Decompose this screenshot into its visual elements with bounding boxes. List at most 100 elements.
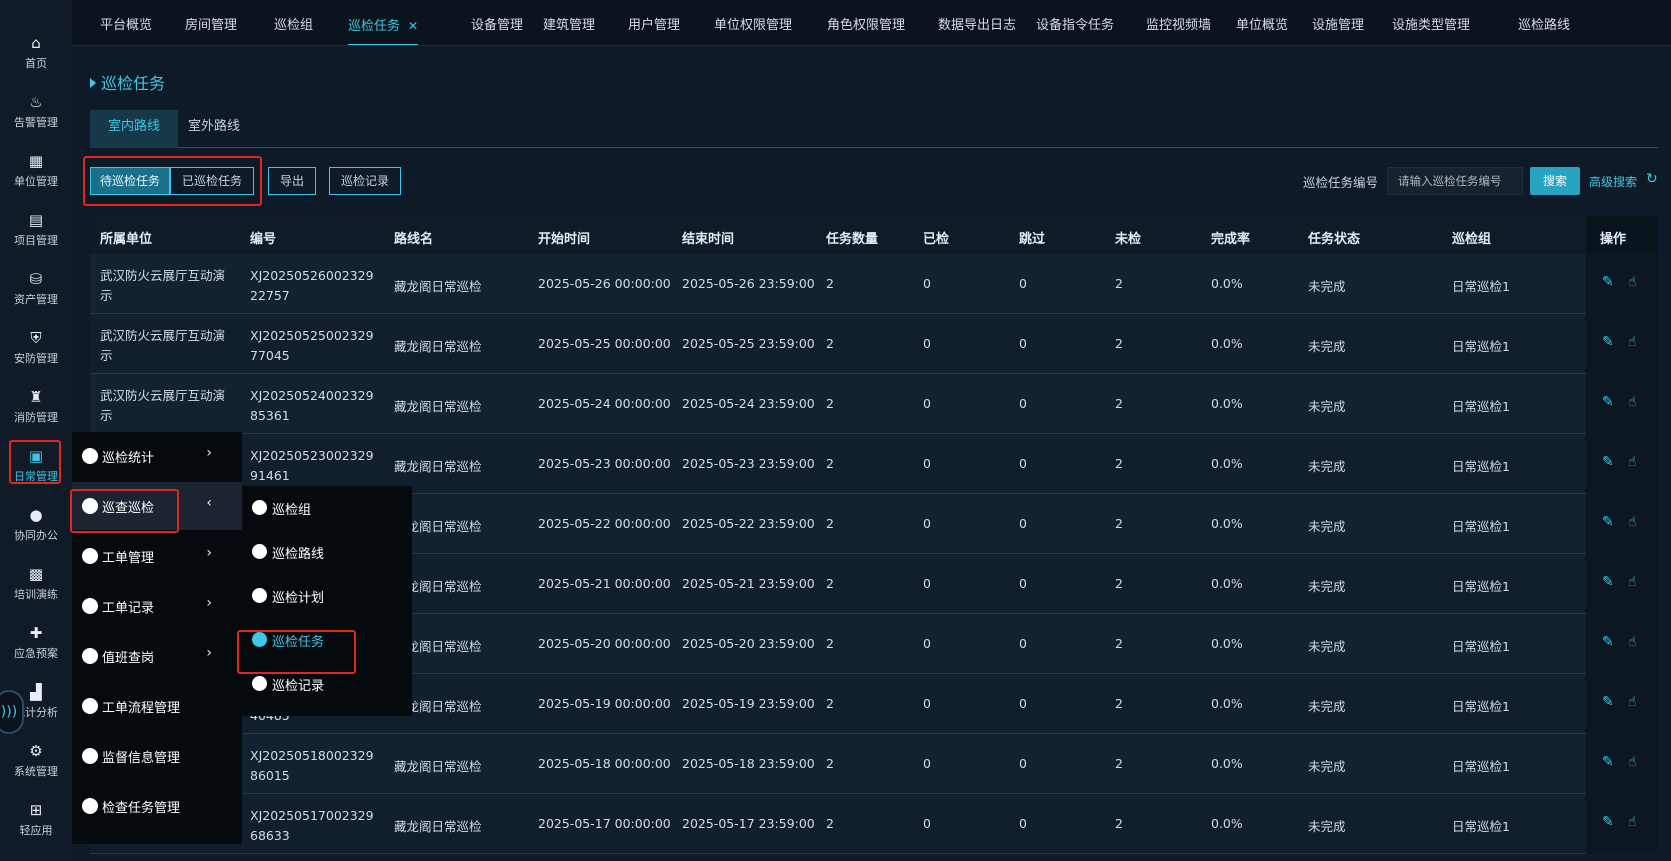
tab-15[interactable]: 巡检路线 bbox=[1518, 0, 1570, 45]
submenu-dot-icon bbox=[252, 544, 267, 559]
menu-item-3[interactable]: 工单记录 › bbox=[72, 582, 242, 630]
handle-task-icon[interactable]: ☝ bbox=[1628, 394, 1637, 410]
tab-14[interactable]: 设施类型管理 bbox=[1392, 0, 1470, 45]
submenu-item-0[interactable]: 巡检组 bbox=[242, 486, 412, 530]
advanced-search-link[interactable]: 高级搜索 bbox=[1589, 173, 1637, 190]
cooperation-icon: ● bbox=[29, 506, 43, 524]
edit-task-icon[interactable]: ✎ bbox=[1602, 634, 1614, 650]
refresh-icon[interactable]: ↻ bbox=[1646, 171, 1658, 187]
edit-task-icon[interactable]: ✎ bbox=[1602, 754, 1614, 770]
rail-item-7[interactable]: ▣ 日常管理 bbox=[0, 438, 72, 494]
handle-task-icon[interactable]: ☝ bbox=[1628, 634, 1637, 650]
table-cell: 日常巡检1 bbox=[1452, 399, 1510, 414]
rail-item-4[interactable]: ⛁ 资产管理 bbox=[0, 261, 72, 317]
menu-item-2[interactable]: 工单管理 › bbox=[72, 532, 242, 580]
edit-task-icon[interactable]: ✎ bbox=[1602, 574, 1614, 590]
handle-task-icon[interactable]: ☝ bbox=[1628, 754, 1637, 770]
menu-item-6[interactable]: 监督信息管理 bbox=[72, 732, 242, 780]
voice-assistant-icon[interactable]: ))) bbox=[0, 690, 24, 734]
tab-indoor-route[interactable]: 室内路线 bbox=[90, 110, 179, 148]
menu-item-0[interactable]: 巡检统计 › bbox=[72, 432, 242, 480]
menu-item-7[interactable]: 检查任务管理 bbox=[72, 782, 242, 830]
submenu-item-label: 巡检组 bbox=[272, 503, 312, 518]
rail-item-10[interactable]: ✚ 应急预案 bbox=[0, 615, 72, 671]
edit-task-icon[interactable]: ✎ bbox=[1602, 454, 1614, 470]
rail-item-8[interactable]: ● 协同办公 bbox=[0, 497, 72, 553]
menu-dot-icon bbox=[82, 548, 98, 564]
task-number-search-input[interactable] bbox=[1387, 167, 1523, 195]
handle-task-icon[interactable]: ☝ bbox=[1628, 694, 1637, 710]
rail-item-3[interactable]: ▤ 项目管理 bbox=[0, 202, 72, 258]
edit-task-icon[interactable]: ✎ bbox=[1602, 274, 1614, 290]
rail-item-0[interactable]: ⌂ 首页 bbox=[0, 25, 72, 81]
tab-2[interactable]: 巡检组 bbox=[274, 0, 313, 45]
rail-item-6[interactable]: ♜ 消防管理 bbox=[0, 379, 72, 435]
fire-icon: ♜ bbox=[29, 388, 43, 406]
records-button[interactable]: 巡检记录 bbox=[329, 167, 401, 195]
table-cell: 藏龙阁日常巡检 bbox=[394, 339, 482, 354]
table-cell: 0 bbox=[923, 336, 931, 351]
tab-9[interactable]: 数据导出日志 bbox=[938, 0, 1016, 45]
table-cell: 2025-05-21 00:00:00 bbox=[538, 576, 671, 591]
submenu-item-2[interactable]: 巡检计划 bbox=[242, 574, 412, 618]
edit-task-icon[interactable]: ✎ bbox=[1602, 814, 1614, 830]
table-cell: 未完成 bbox=[1308, 579, 1346, 594]
menu-item-label: 值班查岗 bbox=[102, 651, 155, 666]
edit-task-icon[interactable]: ✎ bbox=[1602, 694, 1614, 710]
close-tab-icon[interactable]: ✕ bbox=[408, 19, 418, 33]
pending-tasks-button[interactable]: 待巡检任务 bbox=[90, 167, 170, 195]
rail-item-label: 资产管理 bbox=[14, 293, 58, 306]
rail-item-1[interactable]: ♨ 告警管理 bbox=[0, 84, 72, 140]
tab-0[interactable]: 平台概览 bbox=[100, 0, 152, 45]
menu-item-1[interactable]: 巡查巡检 ‹ bbox=[72, 482, 242, 530]
table-cell: 2025-05-20 23:59:00 bbox=[682, 636, 815, 651]
tab-outdoor-route[interactable]: 室外路线 bbox=[170, 110, 258, 148]
rail-item-13[interactable]: ⊞ 轻应用 bbox=[0, 792, 72, 848]
menu-item-5[interactable]: 工单流程管理 bbox=[72, 682, 242, 730]
tab-8[interactable]: 角色权限管理 bbox=[827, 0, 905, 45]
page-title-text: 巡检任务 bbox=[101, 74, 166, 93]
done-tasks-button[interactable]: 已巡检任务 bbox=[170, 167, 254, 195]
tab-1[interactable]: 房间管理 bbox=[185, 0, 237, 45]
handle-task-icon[interactable]: ☝ bbox=[1628, 814, 1637, 830]
tab-13[interactable]: 设施管理 bbox=[1312, 0, 1364, 45]
table-cell: 0 bbox=[923, 516, 931, 531]
tab-7[interactable]: 单位权限管理 bbox=[714, 0, 792, 45]
menu-item-4[interactable]: 值班查岗 › bbox=[72, 632, 242, 680]
table-cell: 2025-05-22 00:00:00 bbox=[538, 516, 671, 531]
export-button[interactable]: 导出 bbox=[268, 167, 316, 195]
rail-item-12[interactable]: ⚙ 系统管理 bbox=[0, 733, 72, 789]
edit-task-icon[interactable]: ✎ bbox=[1602, 514, 1614, 530]
table-row: 武汉防火云展厅互动演示 XJ2025052400232985361 藏龙阁日常巡检 2… bbox=[90, 374, 1658, 434]
table-cell: 2 bbox=[826, 336, 834, 351]
submenu-item-4[interactable]: 巡检记录 bbox=[242, 662, 412, 706]
tab-11[interactable]: 监控视频墙 bbox=[1146, 0, 1211, 45]
submenu-dot-icon bbox=[252, 676, 267, 691]
tab-5[interactable]: 建筑管理 bbox=[543, 0, 595, 45]
submenu-item-3[interactable]: 巡检任务 bbox=[242, 618, 412, 662]
rail-item-2[interactable]: ▦ 单位管理 bbox=[0, 143, 72, 199]
handle-task-icon[interactable]: ☝ bbox=[1628, 574, 1637, 590]
tab-3[interactable]: 巡检任务 ✕ bbox=[348, 0, 419, 45]
table-cell: 未完成 bbox=[1308, 279, 1346, 294]
handle-task-icon[interactable]: ☝ bbox=[1628, 274, 1637, 290]
table-cell: 未完成 bbox=[1308, 819, 1346, 834]
edit-task-icon[interactable]: ✎ bbox=[1602, 394, 1614, 410]
op-cell-bg bbox=[1586, 554, 1658, 614]
handle-task-icon[interactable]: ☝ bbox=[1628, 514, 1637, 530]
tab-4[interactable]: 设备管理 bbox=[471, 0, 523, 45]
op-cell-bg bbox=[1586, 494, 1658, 554]
handle-task-icon[interactable]: ☝ bbox=[1628, 334, 1637, 350]
rail-item-label: 安防管理 bbox=[14, 352, 58, 365]
rail-item-5[interactable]: ⛨ 安防管理 bbox=[0, 320, 72, 376]
table-cell: 2 bbox=[1115, 816, 1123, 831]
tab-6[interactable]: 用户管理 bbox=[628, 0, 680, 45]
handle-task-icon[interactable]: ☝ bbox=[1628, 454, 1637, 470]
tab-10[interactable]: 设备指令任务 bbox=[1036, 0, 1114, 45]
menu-dot-icon bbox=[82, 498, 98, 514]
rail-item-9[interactable]: ▩ 培训演练 bbox=[0, 556, 72, 612]
edit-task-icon[interactable]: ✎ bbox=[1602, 334, 1614, 350]
submenu-item-1[interactable]: 巡检路线 bbox=[242, 530, 412, 574]
search-button[interactable]: 搜索 bbox=[1530, 167, 1580, 195]
tab-12[interactable]: 单位概览 bbox=[1236, 0, 1288, 45]
